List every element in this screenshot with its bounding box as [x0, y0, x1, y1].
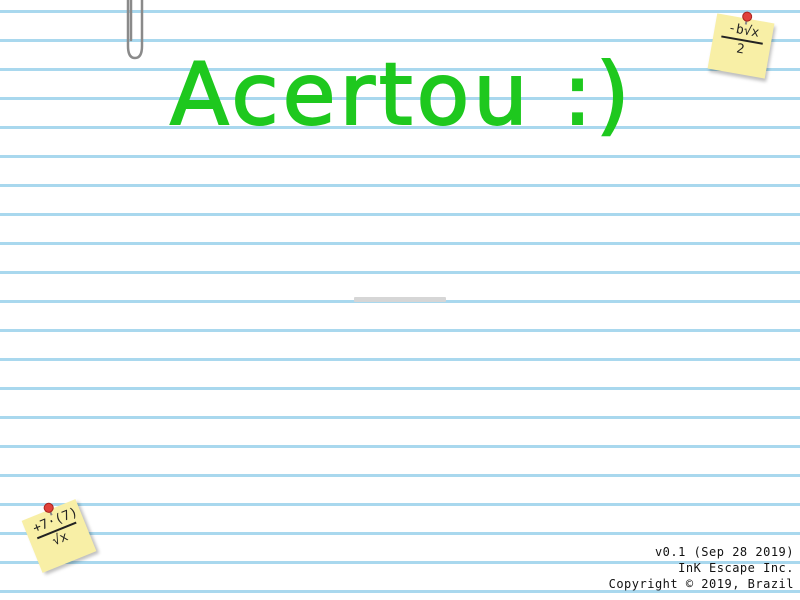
pushpin-icon: [43, 502, 54, 514]
sticky-note-bottom-left: +7·(7) √x: [21, 499, 97, 573]
formula-numerator: -b√x: [721, 21, 766, 45]
formula-denominator: 2: [735, 41, 746, 58]
loading-bar: [354, 297, 446, 302]
company-text: InK Escape Inc.: [678, 561, 794, 575]
note-formula: +7·(7) √x: [24, 505, 90, 557]
sticky-note-top-right: -b√x 2: [707, 11, 775, 79]
pushpin-icon: [742, 11, 752, 22]
note-formula: -b√x 2: [711, 19, 774, 62]
version-text: v0.1 (Sep 28 2019): [654, 545, 794, 559]
credits: v0.1 (Sep 28 2019) InK Escape Inc. Copyr…: [609, 544, 794, 592]
copyright-text: Copyright © 2019, Brazil: [608, 577, 794, 591]
result-message: Acertou :): [169, 44, 634, 146]
paperclip-icon: [126, 0, 144, 60]
game-screen: Acertou :) -b√x 2 +7·(7) √x v0.1 (Sep 28…: [0, 0, 800, 600]
